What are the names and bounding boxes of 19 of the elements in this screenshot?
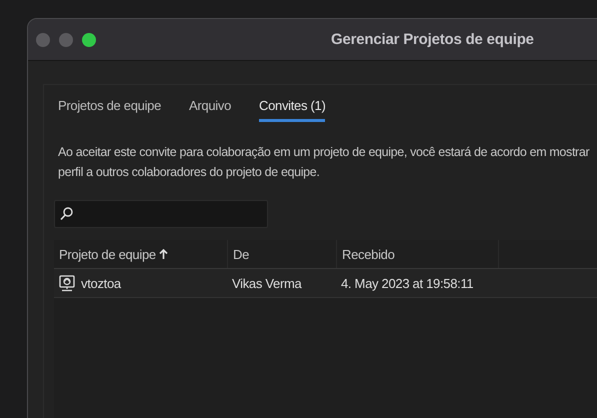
- tab[interactable]: Convites (1): [259, 95, 326, 122]
- search-field[interactable]: [54, 200, 268, 228]
- table-row[interactable]: vtoztoa Vikas Verma 4. May 2023 at 19:58:11: [54, 269, 597, 298]
- table-cell: Vikas Verma: [232, 276, 302, 290]
- tab[interactable]: Arquivo: [189, 95, 231, 122]
- close-button[interactable]: [36, 32, 50, 46]
- zoom-button[interactable]: [82, 32, 96, 46]
- table-cell: vtoztoa: [81, 276, 121, 290]
- sort-arrow-icon[interactable]: [158, 248, 168, 260]
- column-header[interactable]: Recebido: [342, 246, 395, 262]
- search-icon: [60, 207, 73, 221]
- team-project-icon: [59, 274, 75, 292]
- window-title: Gerenciar Projetos de equipe: [331, 31, 534, 48]
- table-cell: 4. May 2023 at 19:58:11: [341, 276, 474, 290]
- column-header[interactable]: De: [233, 246, 250, 262]
- column-header[interactable]: Projeto de equipe: [59, 246, 156, 262]
- minimize-button[interactable]: [59, 32, 73, 46]
- tab[interactable]: Projetos de equipe: [58, 95, 162, 122]
- invitation-notice: Ao aceitar este convite para colaboração em um projeto de equipe, você estará de acordo em mostrar perfil a outros colaboradores do projeto de equipe.: [58, 144, 590, 181]
